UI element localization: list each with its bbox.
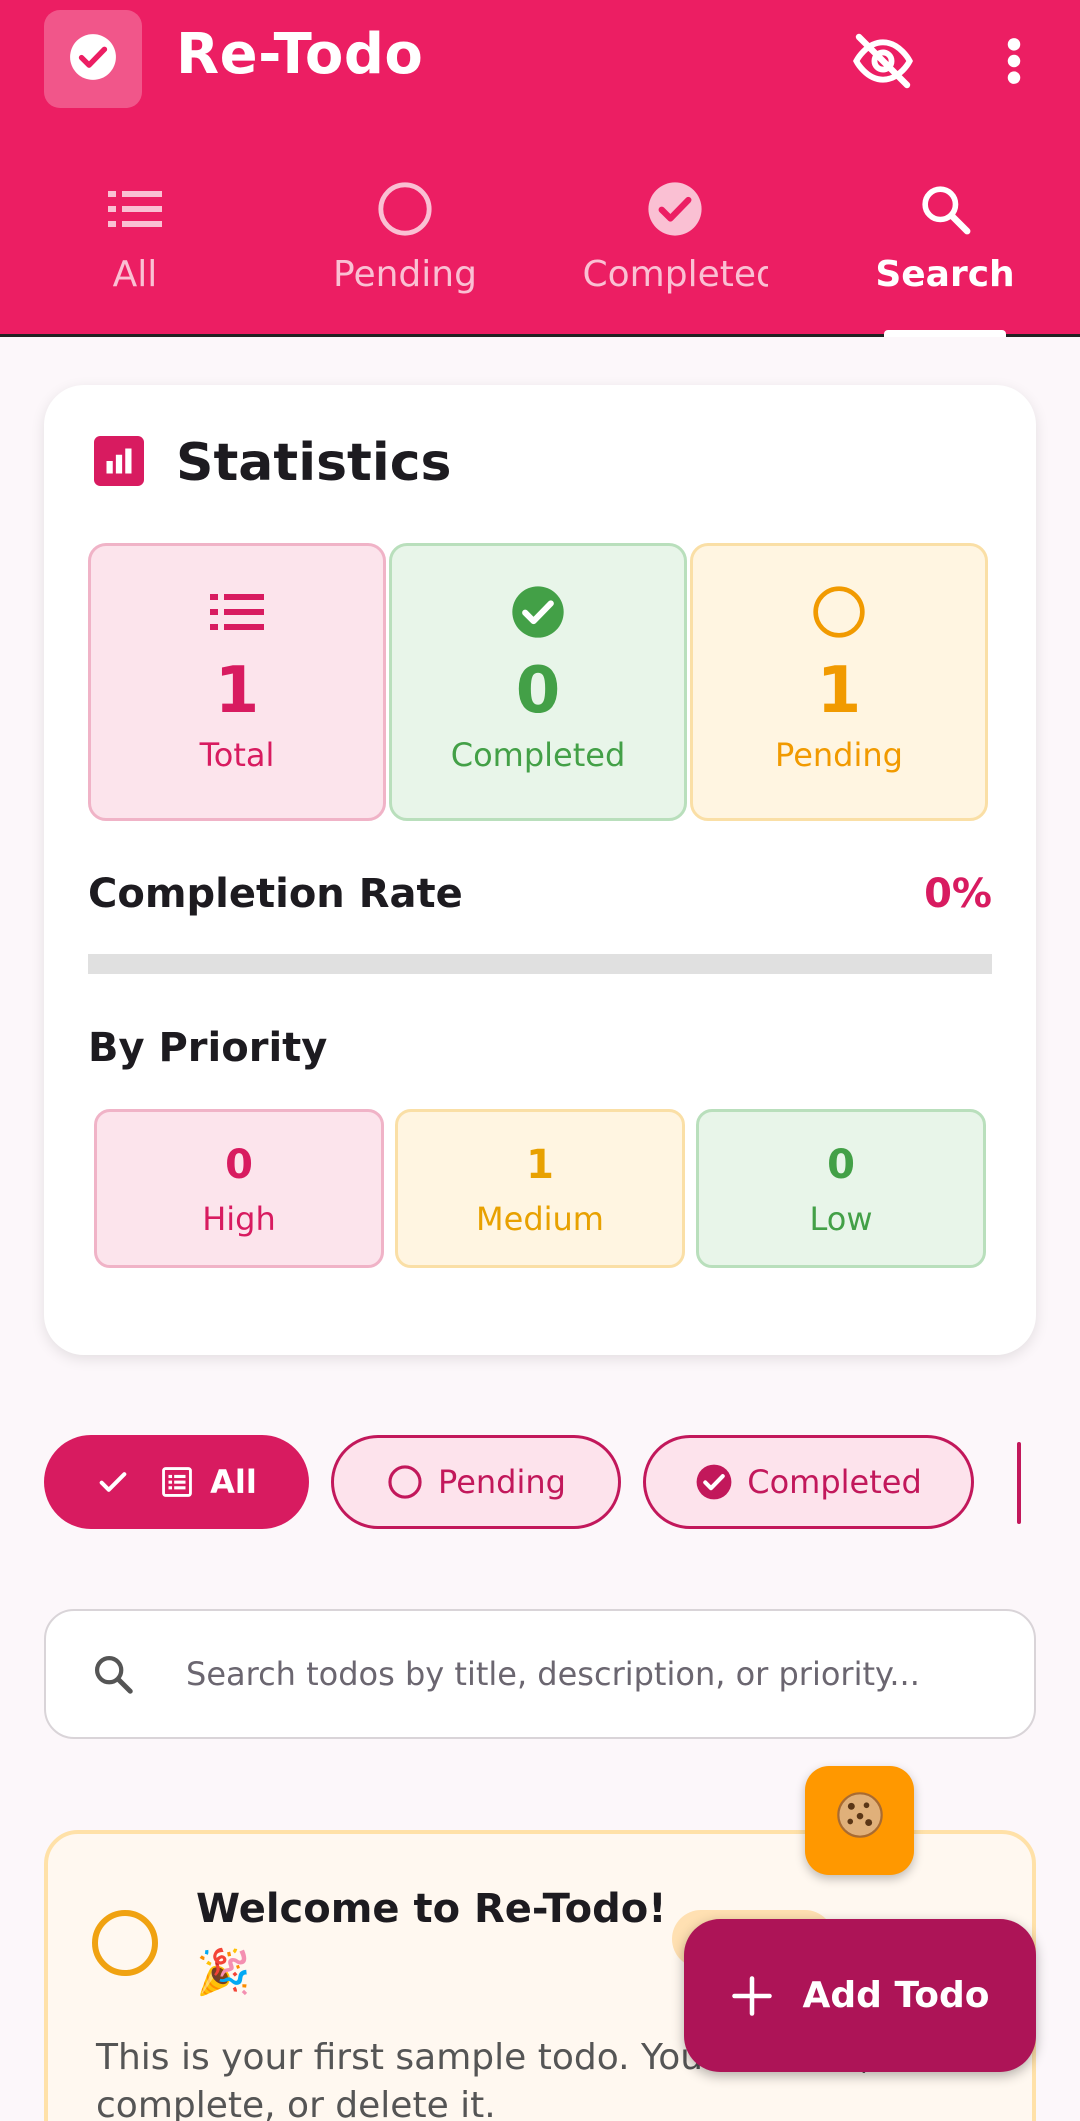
- search-input[interactable]: [186, 1611, 1006, 1737]
- tab-bar: All Pending Completed Search: [0, 170, 1080, 337]
- statistics-title: Statistics: [176, 433, 452, 493]
- priority-medium: 1 Medium: [395, 1109, 685, 1268]
- check-circle-icon: [510, 584, 566, 640]
- completion-rate-label: Completion Rate: [88, 871, 463, 917]
- circle-outline-icon: [376, 174, 434, 244]
- stat-value: 1: [214, 654, 260, 728]
- list-alt-icon: [160, 1465, 194, 1499]
- tab-indicator: [884, 330, 1006, 337]
- check-circle-icon: [695, 1463, 733, 1501]
- tab-label: All: [112, 254, 158, 295]
- tab-all[interactable]: All: [0, 170, 270, 337]
- priority-value: 0: [225, 1142, 253, 1188]
- priority-label: Medium: [476, 1200, 604, 1238]
- add-todo-label: Add Todo: [802, 1975, 990, 2016]
- priority-value: 0: [827, 1142, 855, 1188]
- list-icon: [210, 584, 264, 640]
- cookie-icon: [834, 1789, 886, 1853]
- filter-chip-label: Completed: [747, 1463, 922, 1501]
- add-todo-button[interactable]: Add Todo: [684, 1919, 1036, 2072]
- stat-completed: 0 Completed: [389, 543, 687, 821]
- stat-value: 0: [515, 654, 561, 728]
- app-bar: Re-Todo All Pending Completed Search: [0, 0, 1080, 337]
- tab-pending[interactable]: Pending: [270, 170, 540, 337]
- more-vert-icon[interactable]: [984, 24, 1044, 98]
- circle-outline-icon: [811, 584, 867, 640]
- filter-chip-all[interactable]: All: [44, 1435, 309, 1529]
- stat-total: 1 Total: [88, 543, 386, 821]
- filter-chip-completed[interactable]: Completed: [643, 1435, 974, 1529]
- check-icon: [96, 1465, 130, 1499]
- todo-title: Welcome to Re-Todo!: [196, 1886, 667, 1932]
- circle-outline-icon: [386, 1463, 424, 1501]
- tab-label: Completed: [582, 254, 768, 295]
- filter-chip-label: All: [210, 1463, 257, 1501]
- tab-label: Search: [875, 254, 1015, 295]
- search-icon: [90, 1651, 136, 1701]
- stat-label: Total: [199, 736, 275, 774]
- statistics-header: Statistics: [94, 433, 452, 493]
- filter-chip-overflow[interactable]: [1017, 1442, 1021, 1524]
- check-circle-icon: [646, 174, 704, 244]
- search-icon: [917, 174, 973, 244]
- priority-label: Low: [809, 1200, 873, 1238]
- list-icon: [108, 174, 162, 244]
- stat-value: 1: [816, 654, 862, 728]
- stat-label: Pending: [775, 736, 903, 774]
- priority-high: 0 High: [94, 1109, 384, 1268]
- bar-chart-icon: [94, 436, 144, 490]
- statistics-card: Statistics 1 Total 0 Completed 1 Pending…: [44, 385, 1036, 1355]
- priority-low: 0 Low: [696, 1109, 986, 1268]
- app-logo: [44, 10, 142, 108]
- priority-value: 1: [526, 1142, 554, 1188]
- check-circle-icon: [68, 32, 118, 86]
- stat-pending: 1 Pending: [690, 543, 988, 821]
- tab-completed[interactable]: Completed: [540, 170, 810, 337]
- visibility-off-icon[interactable]: [846, 24, 920, 98]
- by-priority-label: By Priority: [88, 1025, 328, 1071]
- tab-label: Pending: [333, 254, 477, 295]
- completion-progress-bar: [88, 954, 992, 974]
- party-popper-icon: 🎉: [196, 1947, 251, 1998]
- filter-chip-label: Pending: [438, 1463, 566, 1501]
- tab-search[interactable]: Search: [810, 170, 1080, 337]
- filter-chip-pending[interactable]: Pending: [331, 1435, 621, 1529]
- completion-rate-value: 0%: [924, 871, 992, 917]
- todo-checkbox[interactable]: [92, 1910, 158, 1976]
- stat-label: Completed: [450, 736, 626, 774]
- plus-icon: [731, 1975, 773, 2017]
- cookie-button[interactable]: [805, 1766, 914, 1875]
- app-title: Re-Todo: [176, 22, 424, 87]
- priority-label: High: [202, 1200, 276, 1238]
- search-field[interactable]: [44, 1609, 1036, 1739]
